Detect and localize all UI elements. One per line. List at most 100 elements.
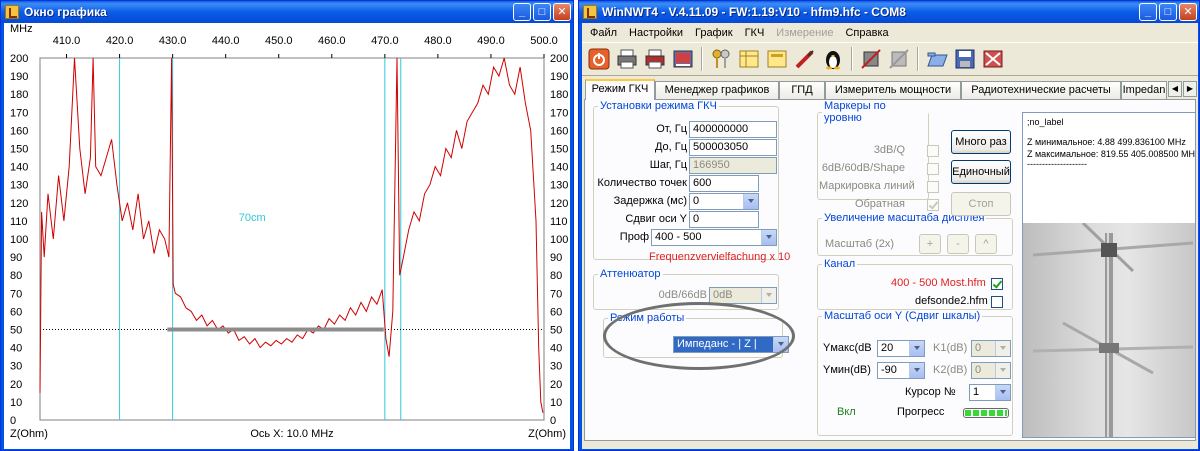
x-tick-label: 480.0 — [424, 35, 452, 47]
table-icon[interactable] — [736, 46, 762, 72]
level-markers-legend: Маркеры по уровню — [824, 100, 886, 124]
chevron-down-icon[interactable] — [909, 341, 924, 356]
tab-rf-calculations[interactable]: Радиотехнические расчеты — [961, 81, 1121, 99]
menu-sweep[interactable]: ГКЧ — [739, 27, 771, 39]
toolbar-separator — [701, 47, 703, 71]
zoom-out-button[interactable]: - — [947, 234, 969, 254]
tab-graph-manager[interactable]: Менеджер графиков — [655, 81, 779, 99]
main-window: WinNWT4 - V.4.11.09 - FW:1.19:V10 - hfm9… — [578, 0, 1200, 451]
menu-file[interactable]: Файл — [584, 27, 623, 39]
menu-help[interactable]: Справка — [839, 27, 894, 39]
y-tick-label-right: 70 — [550, 288, 562, 300]
chevron-down-icon[interactable] — [995, 385, 1010, 400]
channel-file2-checkbox[interactable] — [991, 296, 1003, 308]
close-button[interactable]: ✕ — [1179, 3, 1197, 21]
menu-measure[interactable]: Измерение — [770, 27, 839, 39]
info-separator-line: -------------------- — [1027, 159, 1087, 169]
minimize-button[interactable]: _ — [1139, 3, 1157, 21]
graph-area[interactable]: 410.0 420.0 430.0 440.0 450.0 460.0 470.0 480.0… — [4, 23, 570, 449]
y-tick-label-left: 200 — [10, 53, 28, 65]
points-field[interactable]: 600 — [689, 175, 759, 192]
tab-power-meter[interactable]: Измеритель мощности — [825, 81, 961, 99]
chart-export-icon[interactable] — [670, 46, 696, 72]
y-tick-label-right: 110 — [550, 216, 568, 228]
channel-file1-checkbox[interactable] — [991, 278, 1003, 290]
tab-impedance[interactable]: Impedan — [1121, 81, 1167, 99]
tab-gpd[interactable]: ГПД — [779, 81, 825, 99]
attenuator-legend: Аттенюатор — [600, 268, 661, 280]
attenuator-select-value: 0dB — [713, 289, 733, 301]
graph-window: Окно графика _ □ ✕ 410.0 420.0 430.0 440.0 4… — [0, 0, 574, 451]
chevron-down-icon[interactable] — [743, 194, 758, 209]
main-window-titlebar[interactable]: WinNWT4 - V.4.11.09 - FW:1.19:V10 - hfm9… — [579, 1, 1199, 23]
zoom-in-button[interactable]: + — [919, 234, 941, 254]
menu-settings[interactable]: Настройки — [623, 27, 689, 39]
y-tick-label-left: 190 — [10, 71, 28, 83]
marker-lines-label: Маркировка линий — [819, 180, 915, 192]
maximize-button[interactable]: □ — [533, 3, 551, 21]
y-unit-label-left: Z(Ohm) — [10, 428, 48, 440]
yshift-field[interactable]: 0 — [689, 211, 759, 228]
delete-icon[interactable] — [980, 46, 1006, 72]
open-file-icon[interactable] — [924, 46, 950, 72]
ymax-select[interactable]: 20 — [877, 340, 925, 357]
tab-sweep-mode[interactable]: Режим ГКЧ — [585, 79, 655, 100]
close-button[interactable]: ✕ — [553, 3, 571, 21]
x-tick-label: 410.0 — [53, 35, 81, 47]
marker-reverse-checkbox — [927, 199, 939, 211]
chip-icon[interactable] — [858, 46, 884, 72]
chevron-down-icon[interactable] — [909, 363, 924, 378]
chevron-down-icon — [995, 341, 1010, 356]
delay-select[interactable]: 0 — [689, 193, 759, 210]
k1-label: K1(dB) — [933, 342, 968, 354]
keys-icon[interactable] — [708, 46, 734, 72]
k1-select: 0 — [971, 340, 1011, 357]
chip-gray-icon[interactable] — [886, 46, 912, 72]
attenuator-select: 0dB — [709, 287, 777, 304]
y-tick-label-left: 20 — [10, 379, 22, 391]
maximize-button[interactable]: □ — [1159, 3, 1177, 21]
stop-button[interactable]: Стоп — [951, 192, 1011, 216]
printer-icon[interactable] — [614, 46, 640, 72]
power-icon[interactable] — [586, 46, 612, 72]
from-field[interactable]: 400000000 — [689, 121, 777, 138]
profile-select[interactable]: 400 - 500 — [651, 229, 777, 246]
info-zmin-line: Z минимальное: 4.88 499.836100 MHz — [1027, 137, 1186, 147]
y-tick-label-right: 160 — [550, 125, 568, 137]
minimize-button[interactable]: _ — [513, 3, 531, 21]
y-tick-label-left: 10 — [10, 397, 22, 409]
to-field[interactable]: 500003050 — [689, 139, 777, 156]
zoom-reset-button[interactable]: ^ — [975, 234, 997, 254]
y-tick-label-right: 130 — [550, 180, 568, 192]
x-tick-label: 430.0 — [159, 35, 187, 47]
probe-icon[interactable] — [792, 46, 818, 72]
x-tick-label: 460.0 — [318, 35, 346, 47]
menu-graph[interactable]: График — [689, 27, 739, 39]
tab-scroll-left-icon[interactable]: ◀ — [1168, 81, 1182, 97]
delay-label: Задержка (мс) — [613, 195, 687, 207]
graph-window-titlebar[interactable]: Окно графика _ □ ✕ — [1, 1, 573, 23]
multi-sweep-button[interactable]: Много раз — [951, 130, 1011, 154]
to-label: До, Гц — [654, 141, 687, 153]
note-icon[interactable] — [764, 46, 790, 72]
single-sweep-button[interactable]: Единочный — [951, 160, 1011, 184]
y-tick-label-right: 150 — [550, 144, 568, 156]
ymin-select[interactable]: -90 — [877, 362, 925, 379]
penguin-icon[interactable] — [820, 46, 846, 72]
highlight-annotation-oval — [603, 302, 795, 370]
save-file-icon[interactable] — [952, 46, 978, 72]
y-tick-label-left: 150 — [10, 144, 28, 156]
tab-scroll-right-icon[interactable]: ▶ — [1183, 81, 1197, 97]
plot-frame — [39, 57, 545, 421]
toolbar-separator — [917, 47, 919, 71]
zoom-label: Масштаб (2x) — [825, 238, 895, 250]
cursor-select[interactable]: 1 — [969, 384, 1011, 401]
y-unit-label-right: Z(Ohm) — [528, 428, 566, 440]
y-tick-label-left: 170 — [10, 107, 28, 119]
profile-label: Проф — [619, 231, 649, 243]
printer-color-icon[interactable] — [642, 46, 668, 72]
channel-legend: Канал — [824, 258, 856, 270]
chevron-down-icon[interactable] — [761, 230, 776, 245]
y-tick-label-right: 80 — [550, 270, 562, 282]
impedance-chart[interactable]: 410.0 420.0 430.0 440.0 450.0 460.0 470.0 480.0… — [4, 23, 570, 449]
